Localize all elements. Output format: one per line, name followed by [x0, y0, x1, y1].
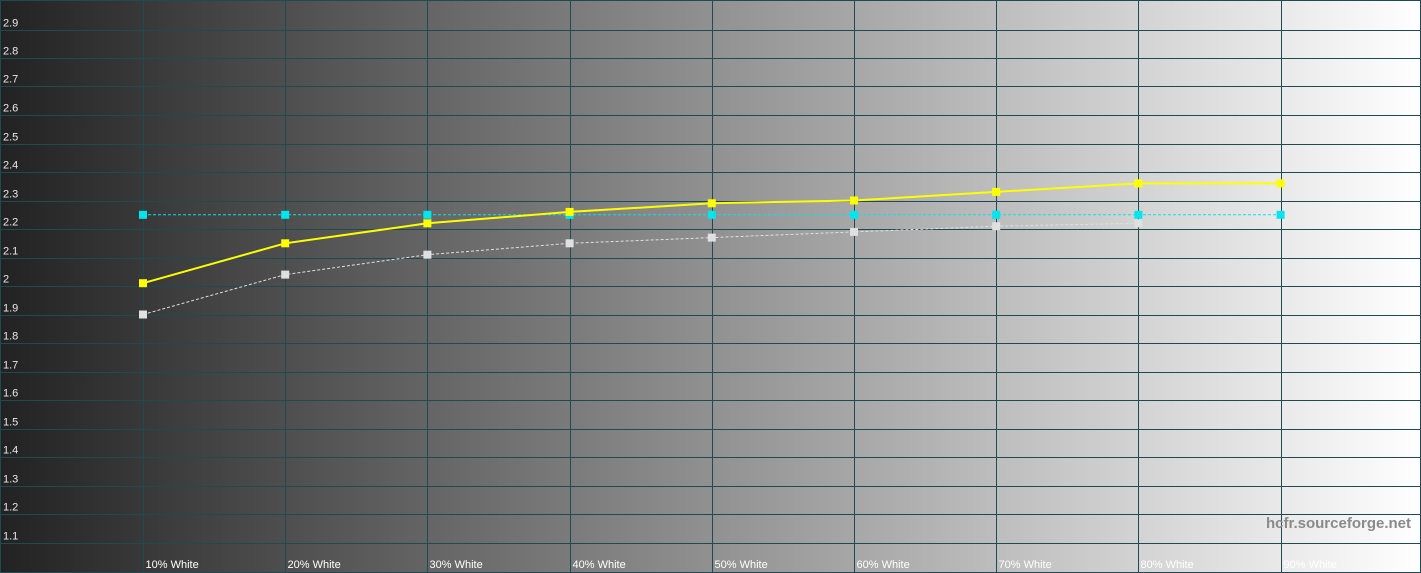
point-previous [992, 222, 1001, 231]
point-previous [707, 233, 716, 242]
x-tick-label: 80% White [1141, 559, 1194, 571]
x-tick-label: 30% White [430, 559, 483, 571]
point-measured [565, 207, 574, 216]
point-reference [139, 210, 147, 219]
point-measured [139, 279, 147, 288]
x-tick-label: 60% White [857, 559, 910, 571]
x-tick-label: 90% White [1284, 559, 1337, 571]
y-tick-label: 1.7 [3, 360, 18, 372]
x-tick-label: 10% White [146, 559, 199, 571]
y-tick-label: 2.7 [3, 74, 18, 86]
x-tick-label: 70% White [999, 559, 1052, 571]
x-tick-label: 50% White [715, 559, 768, 571]
point-measured [850, 196, 858, 205]
point-reference [850, 210, 858, 219]
point-previous [565, 239, 574, 248]
x-axis-ticks: 10% White 20% White 30% White 40% White 50% … [146, 559, 1337, 571]
point-previous [1134, 219, 1143, 228]
point-reference [707, 210, 716, 219]
y-tick-label: 2.1 [3, 246, 18, 258]
point-measured [1276, 179, 1285, 188]
point-measured [423, 219, 432, 228]
point-measured [281, 239, 290, 248]
y-tick-label: 1.9 [3, 303, 18, 315]
y-tick-label: 1.4 [3, 445, 18, 457]
y-tick-label: 2.6 [3, 103, 18, 115]
point-previous [281, 270, 290, 279]
y-tick-label: 2.3 [3, 189, 18, 201]
point-previous [139, 310, 147, 319]
y-tick-label: 2.8 [3, 46, 18, 58]
chart-plot: 2.9 2.8 2.7 2.6 2.5 2.4 2.3 2.2 2.1 2 1.9 1.8 1.7 1.6… [0, 0, 1421, 573]
y-tick-label: 1.3 [3, 474, 18, 486]
y-tick-label: 1.8 [3, 331, 18, 343]
y-tick-label: 2.2 [3, 217, 18, 229]
x-tick-label: 20% White [288, 559, 341, 571]
point-reference [1276, 210, 1285, 219]
gamma-chart: 2.9 2.8 2.7 2.6 2.5 2.4 2.3 2.2 2.1 2 1.9 1.8 1.7 1.6… [0, 0, 1421, 573]
y-tick-label: 2.4 [3, 160, 18, 172]
point-measured [992, 187, 1001, 196]
y-tick-label: 1.2 [3, 502, 18, 514]
point-reference [281, 210, 290, 219]
point-previous [423, 250, 432, 259]
watermark: hcfr.sourceforge.net [1266, 515, 1411, 532]
y-tick-label: 2.9 [3, 18, 18, 30]
point-reference [992, 210, 1001, 219]
point-measured [1134, 179, 1143, 188]
point-reference [423, 210, 432, 219]
y-tick-label: 1.1 [3, 531, 18, 543]
y-tick-label: 2.5 [3, 132, 18, 144]
y-tick-label: 2 [3, 274, 9, 286]
y-tick-label: 1.6 [3, 388, 18, 400]
point-reference [1134, 210, 1143, 219]
point-measured [707, 199, 716, 208]
point-previous [850, 227, 858, 236]
x-tick-label: 40% White [573, 559, 626, 571]
y-tick-label: 1.5 [3, 417, 18, 429]
